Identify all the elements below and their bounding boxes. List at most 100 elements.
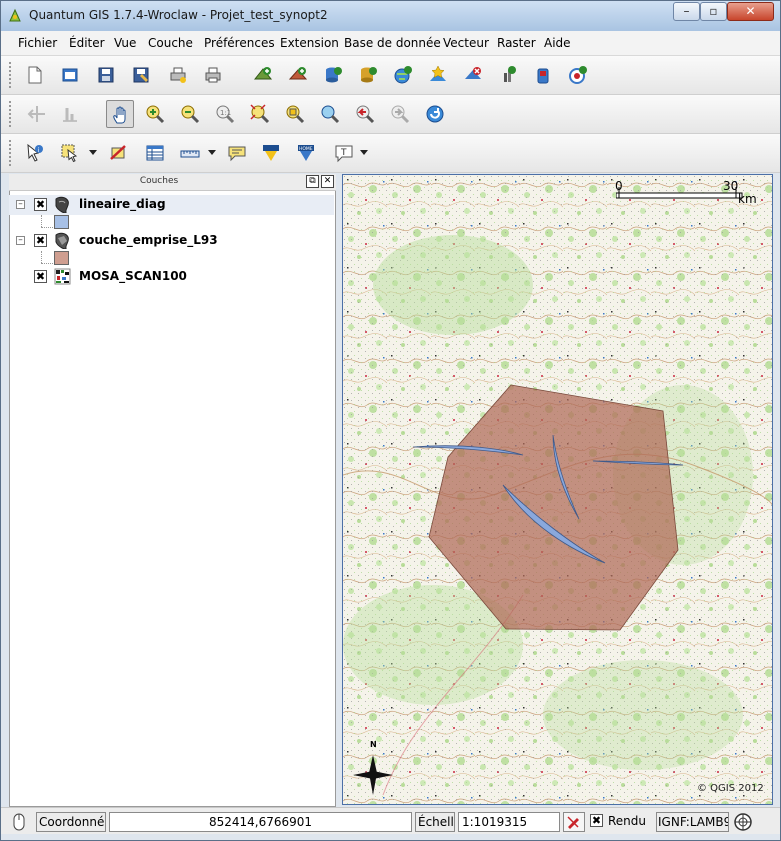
map-tips-button[interactable] xyxy=(223,139,251,167)
stop-render-button[interactable] xyxy=(563,812,585,832)
menu-aide[interactable]: Aide xyxy=(544,36,571,50)
maximize-button[interactable]: ▫ xyxy=(700,2,727,21)
deselect-icon xyxy=(110,145,126,160)
save-as-icon xyxy=(133,67,149,83)
show-bookmarks-button[interactable]: HOME xyxy=(292,139,320,167)
new-project-button[interactable] xyxy=(21,61,49,89)
scalebar-start-label: 0 xyxy=(615,179,623,193)
add-raster-layer-button[interactable] xyxy=(284,61,312,89)
menu-vecteur[interactable]: Vecteur xyxy=(443,36,489,50)
zoom-actual-size-icon: 1:1 xyxy=(216,105,235,124)
tree-connector xyxy=(41,251,42,263)
zoom-next-button[interactable] xyxy=(386,100,414,128)
gps-tools-button[interactable] xyxy=(529,61,557,89)
layer-collapse-toggle[interactable]: – xyxy=(16,200,25,209)
close-button[interactable]: ✕ xyxy=(727,2,774,21)
menu-bar: Fichier Éditer Vue Couche Préférences Ex… xyxy=(1,31,780,56)
hand-icon xyxy=(113,106,126,124)
zoom-native-button[interactable]: 1:1 xyxy=(211,100,239,128)
render-checkbox[interactable]: ✖ xyxy=(590,814,603,827)
gps-device-icon xyxy=(537,68,549,84)
pan-to-selection-button[interactable] xyxy=(23,100,51,128)
svg-text:1:1: 1:1 xyxy=(220,109,231,117)
measure-dropdown-arrow[interactable] xyxy=(208,150,216,155)
toolbar-grip xyxy=(9,101,15,127)
crs-status-button[interactable]: IGNF:LAMB93 xyxy=(656,812,729,832)
render-toggle[interactable]: ✖ Rendu xyxy=(588,812,652,832)
zoom-in-button[interactable] xyxy=(141,100,169,128)
refresh-button[interactable] xyxy=(421,100,449,128)
zoom-next-icon xyxy=(391,105,410,124)
menu-preferences[interactable]: Préférences xyxy=(204,36,275,50)
panel-float-button[interactable]: ⧉ xyxy=(306,175,319,188)
refresh-icon xyxy=(426,105,444,123)
zoom-out-button[interactable] xyxy=(176,100,204,128)
map-canvas[interactable]: 0 30 km N © QGIS 2012 xyxy=(342,174,773,805)
layer-visibility-checkbox[interactable]: ✖ xyxy=(34,270,47,283)
add-wfs-layer-button[interactable] xyxy=(494,61,522,89)
measure-line-button[interactable] xyxy=(176,139,204,167)
menu-fichier[interactable]: Fichier xyxy=(18,36,57,50)
zoom-layer-icon xyxy=(321,105,340,124)
add-vector-layer-button[interactable] xyxy=(249,61,277,89)
new-bookmark-button[interactable] xyxy=(257,139,285,167)
new-layer-star-icon xyxy=(430,65,446,81)
scalebar-end-label: 30 xyxy=(723,179,739,193)
minimize-button[interactable]: – xyxy=(673,2,700,21)
remove-layer-button[interactable] xyxy=(459,61,487,89)
add-georef-layer-button[interactable] xyxy=(564,61,592,89)
layer-item-couche-emprise[interactable]: – ✖ couche_emprise_L93 xyxy=(9,231,334,251)
globe-add-icon xyxy=(569,66,587,84)
zoom-to-layer-button[interactable] xyxy=(316,100,344,128)
scale-input[interactable]: 1:1019315 xyxy=(458,812,560,832)
identify-features-button[interactable]: i xyxy=(21,139,49,167)
add-spatialite-layer-button[interactable] xyxy=(354,61,382,89)
print-composer-button[interactable] xyxy=(164,61,192,89)
print-button[interactable] xyxy=(199,61,227,89)
crs-projection-button[interactable] xyxy=(733,812,755,832)
layer-item-mosa-scan100[interactable]: ✖ MOSA_SCAN100 xyxy=(9,267,334,287)
menu-couche[interactable]: Couche xyxy=(148,36,193,50)
zoom-last-button[interactable] xyxy=(351,100,379,128)
text-annotation-button[interactable]: T xyxy=(330,139,358,167)
layer-collapse-toggle[interactable] xyxy=(16,272,25,281)
save-project-button[interactable] xyxy=(92,61,120,89)
open-project-button[interactable] xyxy=(56,61,84,89)
save-as-button[interactable] xyxy=(127,61,155,89)
qgis-window: Quantum GIS 1.7.4-Wroclaw - Projet_test_… xyxy=(0,0,781,841)
tile-scale-button[interactable] xyxy=(56,100,84,128)
layer-collapse-toggle[interactable]: – xyxy=(16,236,25,245)
legend-swatch-line xyxy=(54,215,69,229)
attribute-table-button[interactable] xyxy=(141,139,169,167)
mouse-gps-toggle[interactable] xyxy=(9,812,31,832)
zoom-in-icon xyxy=(146,105,165,124)
new-shapefile-button[interactable] xyxy=(424,61,452,89)
navigation-toolbar: 1:1 xyxy=(1,95,780,134)
layer-visibility-checkbox[interactable]: ✖ xyxy=(34,198,47,211)
layer-name: couche_emprise_L93 xyxy=(79,233,218,247)
menu-extension[interactable]: Extension xyxy=(280,36,339,50)
remove-layer-icon xyxy=(465,67,481,79)
menu-raster[interactable]: Raster xyxy=(497,36,536,50)
pan-map-button[interactable] xyxy=(106,100,134,128)
deselect-all-button[interactable] xyxy=(105,139,133,167)
coordinate-value[interactable]: 852414,6766901 xyxy=(109,812,412,832)
panel-close-button[interactable]: ✕ xyxy=(321,175,334,188)
layer-item-lineaire-diag[interactable]: – ✖ lineaire_diag xyxy=(9,195,334,215)
window-title: Quantum GIS 1.7.4-Wroclaw - Projet_test_… xyxy=(29,8,328,22)
menu-base-de-donnee[interactable]: Base de donnée xyxy=(344,36,441,50)
zoom-to-selection-button[interactable] xyxy=(281,100,309,128)
select-features-button[interactable] xyxy=(56,139,84,167)
identify-icon: i xyxy=(27,143,43,162)
annotation-dropdown-arrow[interactable] xyxy=(360,150,368,155)
svg-text:T: T xyxy=(340,148,347,158)
layer-visibility-checkbox[interactable]: ✖ xyxy=(34,234,47,247)
select-dropdown-arrow[interactable] xyxy=(89,150,97,155)
zoom-full-button[interactable] xyxy=(246,100,274,128)
menu-vue[interactable]: Vue xyxy=(114,36,136,50)
add-wms-layer-button[interactable] xyxy=(389,61,417,89)
raster-layer-icon xyxy=(54,268,71,285)
scalebar-unit-label: km xyxy=(738,192,757,206)
add-postgis-layer-button[interactable] xyxy=(319,61,347,89)
menu-editer[interactable]: Éditer xyxy=(69,36,105,50)
